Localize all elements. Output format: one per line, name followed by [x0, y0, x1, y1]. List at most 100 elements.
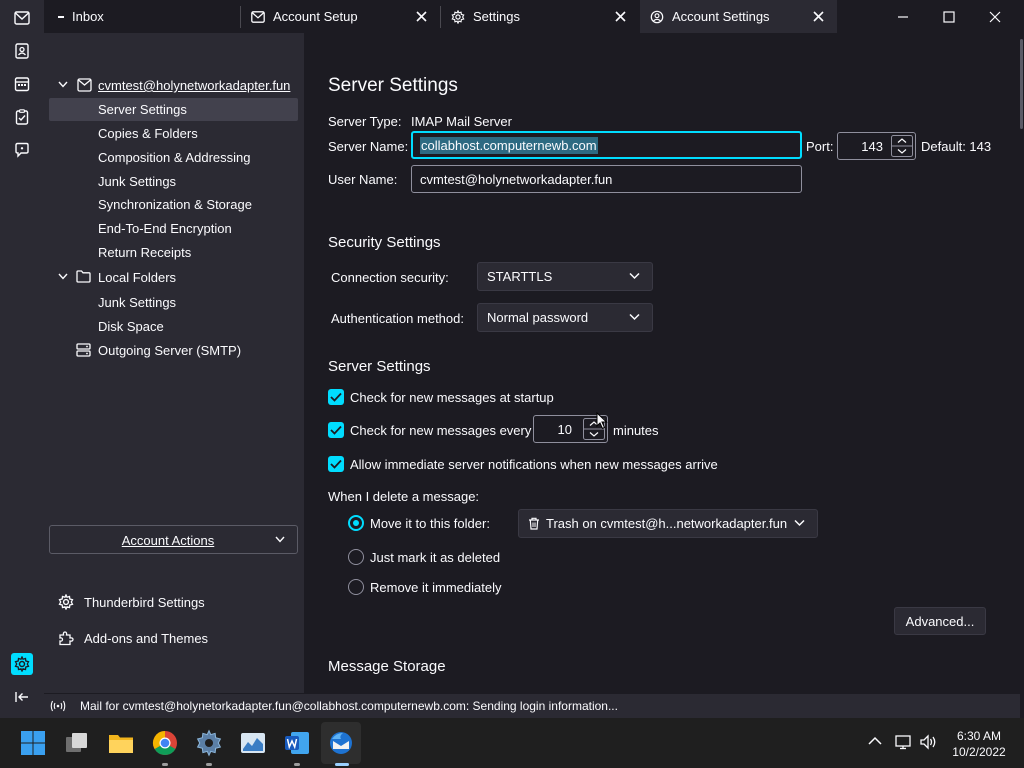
word-icon[interactable]	[283, 729, 311, 757]
task-manager-icon[interactable]	[239, 729, 267, 757]
advanced-button[interactable]: Advanced...	[894, 607, 986, 635]
tree-item-sync[interactable]: Synchronization & Storage	[44, 193, 298, 216]
tasks-icon[interactable]	[11, 106, 33, 128]
chevron-up-icon[interactable]	[868, 736, 882, 746]
mark-deleted-radio[interactable]	[348, 549, 364, 565]
mail-icon	[251, 10, 265, 23]
user-name-input[interactable]: cvmtest@holynetworkadapter.fun	[411, 165, 802, 193]
mouse-cursor-icon	[596, 412, 608, 430]
tab-account-settings[interactable]: Account Settings	[640, 0, 837, 33]
tree-item-label: Disk Space	[98, 319, 164, 334]
windows-start-icon[interactable]	[19, 729, 47, 757]
check-startup-label: Check for new messages at startup	[350, 390, 554, 405]
tree-item-e2e[interactable]: End-To-End Encryption	[44, 217, 298, 240]
folder-icon	[76, 270, 91, 283]
tab-bar: Inbox Account Setup Settings Account Set…	[44, 0, 1024, 33]
chat-icon[interactable]	[11, 139, 33, 161]
settings-app-icon[interactable]	[195, 729, 223, 757]
remove-immediately-label: Remove it immediately	[370, 580, 502, 595]
maximize-button[interactable]	[926, 0, 972, 33]
allow-notifications-checkbox[interactable]	[328, 456, 344, 472]
network-icon[interactable]	[895, 734, 913, 750]
tab-label: Account Settings	[672, 9, 770, 24]
chevron-down-icon[interactable]	[58, 273, 68, 280]
close-icon[interactable]	[614, 10, 627, 23]
tree-item-receipts[interactable]: Return Receipts	[44, 241, 298, 264]
check-startup-checkbox[interactable]	[328, 389, 344, 405]
tree-item-server-settings[interactable]: Server Settings	[49, 98, 298, 121]
tree-item-disk-space[interactable]: Disk Space	[44, 315, 298, 338]
server-name-label: Server Name:	[328, 139, 409, 154]
port-default: Default: 143	[921, 139, 992, 154]
trash-icon	[528, 517, 540, 530]
calendar-icon[interactable]	[11, 73, 33, 95]
clock-date: 10/2/2022	[952, 745, 1006, 759]
account-actions-button[interactable]: Account Actions	[49, 525, 298, 554]
move-to-folder-radio[interactable]	[348, 515, 364, 531]
connection-security-label: Connection security:	[331, 270, 449, 285]
tree-item-composition[interactable]: Composition & Addressing	[44, 146, 298, 169]
delete-message-label: When I delete a message:	[328, 489, 480, 504]
addons-themes-link[interactable]: Add-ons and Themes	[58, 627, 208, 649]
auth-method-value: Normal password	[487, 310, 589, 325]
close-window-button[interactable]	[972, 0, 1018, 33]
tree-local-folders[interactable]: Local Folders	[44, 266, 298, 289]
connection-security-select[interactable]: STARTTLS	[477, 262, 653, 291]
chevron-down-icon[interactable]	[58, 81, 68, 88]
minimize-button[interactable]	[880, 0, 926, 33]
running-indicator	[206, 763, 212, 766]
user-name-label: User Name:	[328, 172, 398, 187]
move-to-folder-label: Move it to this folder:	[370, 516, 490, 531]
auth-method-select[interactable]: Normal password	[477, 303, 653, 332]
port-value: 143	[861, 139, 883, 154]
scrollbar-thumb[interactable]	[1020, 39, 1023, 129]
tree-item-local-junk[interactable]: Junk Settings	[44, 291, 298, 314]
mark-deleted-label: Just mark it as deleted	[370, 550, 501, 565]
tree-item-copies-folders[interactable]: Copies & Folders	[44, 122, 298, 145]
gear-icon	[58, 594, 74, 610]
tab-account-setup[interactable]: Account Setup	[241, 0, 440, 33]
settings-space-icon[interactable]	[11, 653, 33, 675]
account-settings-icon	[650, 10, 664, 24]
tree-item-label: Local Folders	[98, 270, 177, 285]
addons-themes-label: Add-ons and Themes	[84, 630, 209, 646]
trash-folder-select[interactable]: Trash on cvmtest@h...networkadapter.fun	[518, 509, 818, 538]
tree-item-label: Copies & Folders	[98, 126, 198, 141]
account-actions-label: Account Actions	[121, 533, 215, 548]
server-name-input[interactable]: collabhost.computernewb.com	[411, 131, 802, 159]
tree-item-junk[interactable]: Junk Settings	[44, 170, 298, 193]
file-explorer-icon[interactable]	[107, 729, 135, 757]
collapse-spaces-icon[interactable]	[11, 686, 33, 708]
server-type-label: Server Type:	[328, 114, 402, 129]
inbox-icon	[58, 15, 64, 18]
tree-item-outgoing[interactable]: Outgoing Server (SMTP)	[44, 339, 298, 362]
user-name-value: cvmtest@holynetworkadapter.fun	[420, 171, 613, 187]
settings-content: Server Settings Server Type: IMAP Mail S…	[304, 33, 1020, 693]
tree-item-label: Composition & Addressing	[98, 150, 251, 165]
thunderbird-icon[interactable]	[327, 729, 355, 757]
chrome-icon[interactable]	[151, 729, 179, 757]
mail-icon[interactable]	[11, 7, 33, 29]
check-interval-value: 10	[557, 422, 572, 437]
tab-settings[interactable]: Settings	[441, 0, 639, 33]
chevron-down-icon	[275, 536, 285, 543]
scrollbar[interactable]	[1020, 33, 1024, 693]
port-stepper[interactable]: 143	[837, 132, 916, 160]
allow-notifications-label: Allow immediate server notifications whe…	[350, 457, 718, 472]
account-name: cvmtest@holynetworkadapter.fun	[98, 78, 291, 93]
windows-taskbar: 6:30 AM 10/2/2022	[0, 718, 1024, 768]
address-book-icon[interactable]	[11, 40, 33, 62]
tree-account[interactable]: cvmtest@holynetworkadapter.fun	[44, 74, 298, 97]
stepper-arrows-icon[interactable]	[891, 135, 913, 157]
remove-immediately-radio[interactable]	[348, 579, 364, 595]
tab-inbox[interactable]: Inbox	[44, 0, 240, 33]
close-icon[interactable]	[415, 10, 428, 23]
task-view-icon[interactable]	[63, 729, 91, 757]
volume-icon[interactable]	[920, 734, 938, 750]
thunderbird-settings-link[interactable]: Thunderbird Settings	[58, 591, 205, 613]
clock[interactable]: 6:30 AM 10/2/2022	[949, 728, 1009, 760]
auth-method-label: Authentication method:	[331, 311, 464, 326]
close-icon[interactable]	[812, 10, 825, 23]
check-every-label: Check for new messages every	[350, 423, 532, 438]
check-every-checkbox[interactable]	[328, 422, 344, 438]
